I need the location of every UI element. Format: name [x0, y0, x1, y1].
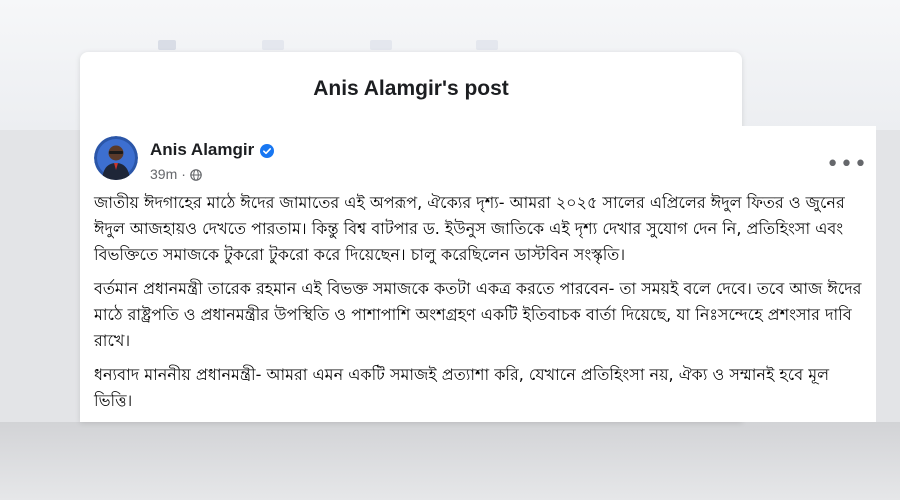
post-header: Anis Alamgir 39m · •••: [94, 136, 876, 184]
dialog-header: Anis Alamgir's post: [80, 52, 742, 127]
avatar[interactable]: [94, 136, 138, 180]
background-bottom: [0, 422, 900, 500]
ghost-nav-icon: [370, 40, 392, 50]
globe-icon[interactable]: [190, 168, 202, 181]
author-name[interactable]: Anis Alamgir: [150, 140, 254, 160]
post-paragraph: জাতীয় ঈদগাহের মাঠে ঈদের জামাতের এই অপরূ…: [94, 193, 845, 264]
ghost-nav-icon: [262, 40, 284, 50]
ghost-nav-icon: [476, 40, 498, 50]
separator-dot: ·: [181, 166, 186, 182]
more-options-icon[interactable]: •••: [826, 154, 868, 176]
post-paragraph: ধন্যবাদ মাননীয় প্রধানমন্ত্রী- আমরা এমন …: [94, 365, 830, 410]
author-row: Anis Alamgir: [150, 140, 275, 160]
post-paragraph: বর্তমান প্রধানমন্ত্রী তারেক রহমান এই বিভ…: [94, 279, 862, 350]
ghost-nav-icon: [158, 40, 176, 50]
dialog-title: Anis Alamgir's post: [313, 77, 509, 100]
verified-badge-icon: [260, 143, 275, 158]
post-card: Anis Alamgir 39m · ••• জাতীয় ঈদগাহের মা…: [80, 126, 876, 422]
post-meta: 39m ·: [150, 166, 202, 182]
post-time[interactable]: 39m: [150, 166, 177, 182]
post-text: জাতীয় ঈদগাহের মাঠে ঈদের জামাতের এই অপরূ…: [94, 190, 864, 422]
